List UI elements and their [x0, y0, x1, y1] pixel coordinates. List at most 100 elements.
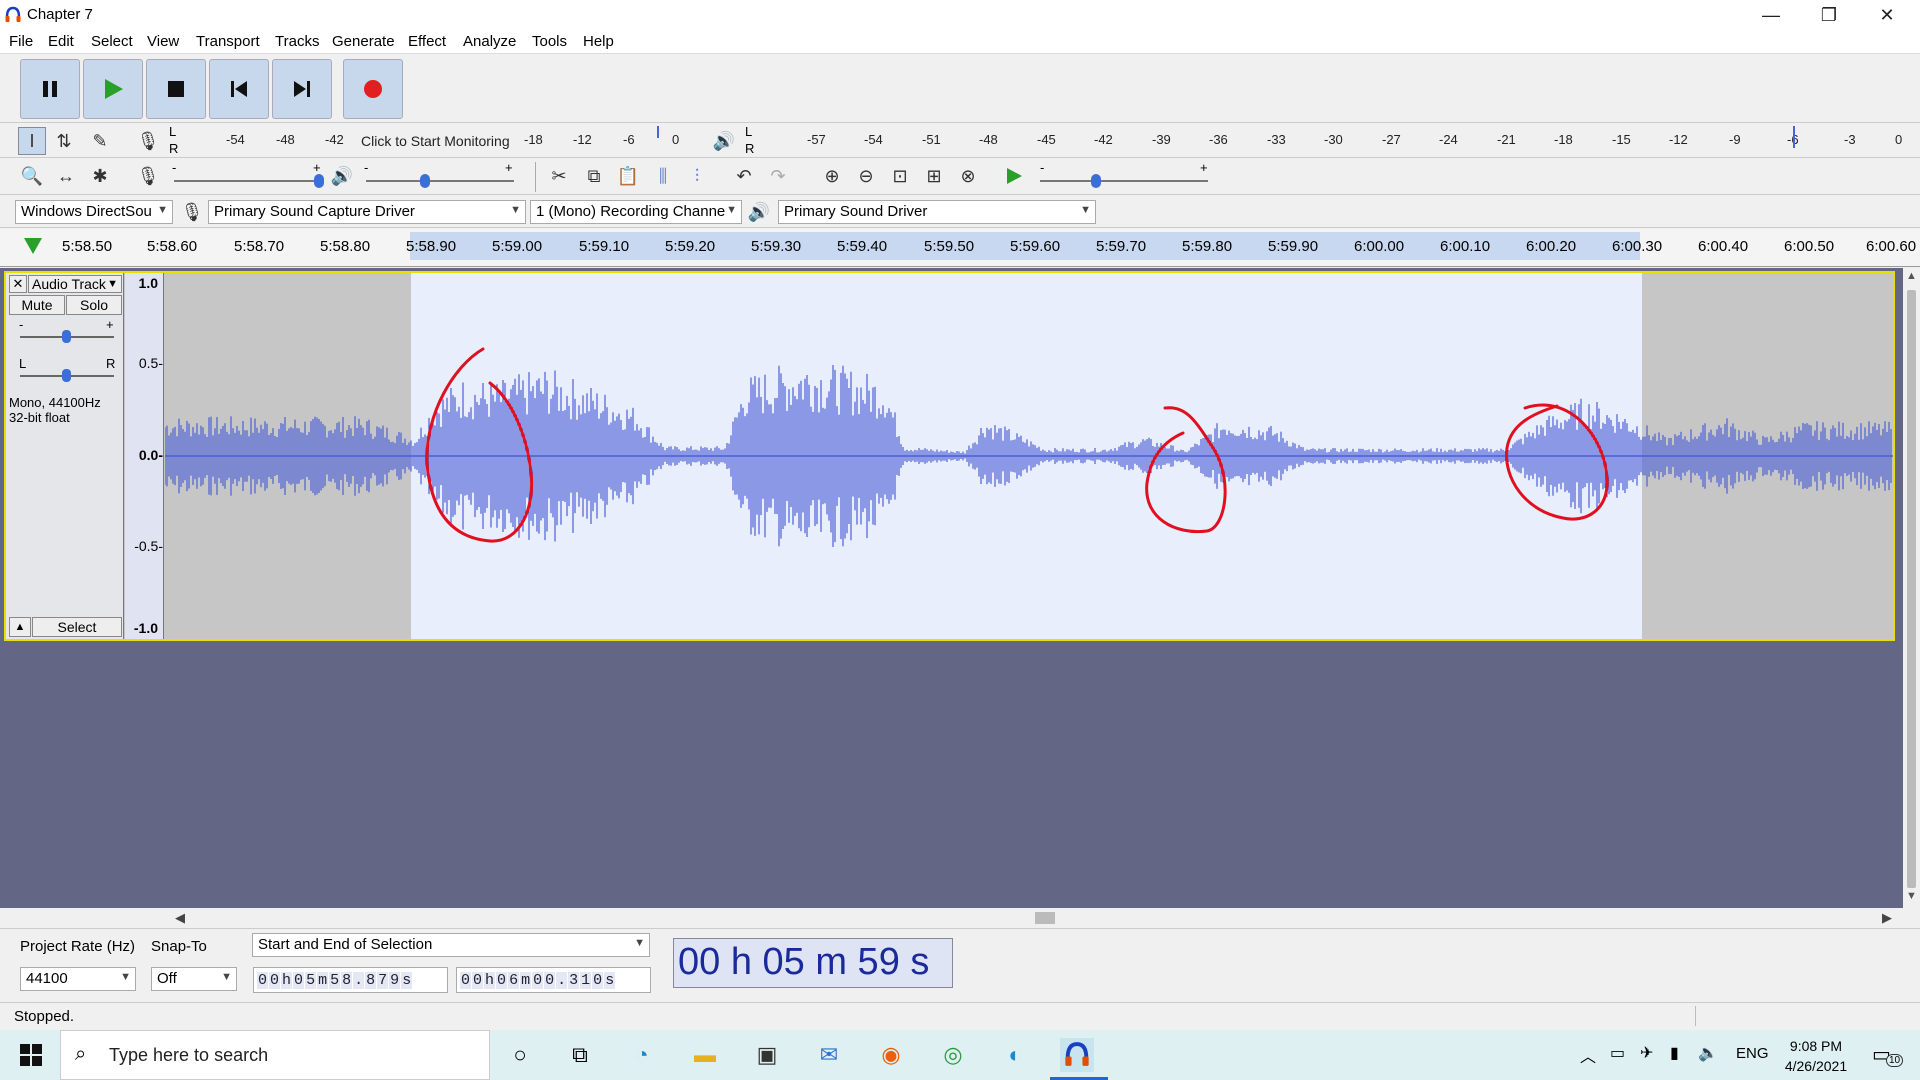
- minimize-button[interactable]: —: [1742, 0, 1800, 30]
- cortana-button[interactable]: ○: [503, 1038, 537, 1072]
- volume-icon[interactable]: 🔈: [1698, 1043, 1718, 1063]
- store-taskbar-icon[interactable]: ▣: [750, 1038, 784, 1072]
- track-close-button[interactable]: ✕: [9, 275, 27, 293]
- selection-tool-button[interactable]: I: [18, 127, 46, 155]
- draw-tool-button[interactable]: ✎: [86, 127, 114, 155]
- vertical-scrollbar[interactable]: ▲ ▼: [1903, 268, 1920, 908]
- menu-edit[interactable]: Edit: [48, 33, 74, 50]
- audacity-taskbar-icon[interactable]: [1060, 1038, 1094, 1072]
- recording-device-select[interactable]: Primary Sound Capture Driver ▼: [208, 200, 526, 224]
- fit-selection-button[interactable]: ⊡: [886, 162, 914, 190]
- start-button[interactable]: [14, 1038, 48, 1072]
- selection-start-time[interactable]: 00h05m58.879s: [253, 967, 448, 993]
- task-view-button[interactable]: ⧉: [563, 1038, 597, 1072]
- envelope-tool-button[interactable]: ⇅: [50, 127, 78, 155]
- redo-button[interactable]: ↷: [764, 162, 792, 190]
- show-hidden-icons[interactable]: ︿: [1580, 1043, 1596, 1067]
- playback-volume-slider[interactable]: [366, 180, 514, 182]
- zoom-in-icon: ⊕: [824, 165, 840, 186]
- close-button[interactable]: ✕: [1858, 0, 1916, 30]
- restore-button[interactable]: ❐: [1800, 0, 1858, 30]
- taskbar-clock[interactable]: 9:08 PM 4/26/2021: [1776, 1036, 1856, 1076]
- action-center-button[interactable]: ▭ 10: [1868, 1040, 1908, 1070]
- menu-analyze[interactable]: Analyze: [463, 33, 516, 50]
- scroll-right-icon[interactable]: ▶: [1882, 910, 1892, 926]
- silence-button[interactable]: ⫶: [683, 162, 711, 190]
- menu-view[interactable]: View: [147, 33, 179, 50]
- timeline-play-head-icon[interactable]: [22, 236, 44, 256]
- taskbar-search[interactable]: ⌕ Type here to search: [60, 1030, 490, 1080]
- firefox-taskbar-icon[interactable]: ◉: [874, 1038, 908, 1072]
- menu-generate[interactable]: Generate: [332, 33, 395, 50]
- collapse-track-button[interactable]: ▲: [9, 617, 31, 637]
- input-language[interactable]: ENG: [1736, 1045, 1769, 1062]
- horizontal-scroll-thumb[interactable]: [1035, 912, 1055, 924]
- scroll-down-icon[interactable]: ▼: [1906, 890, 1917, 902]
- scroll-up-icon[interactable]: ▲: [1906, 270, 1917, 282]
- edge-taskbar-icon[interactable]: ◔: [625, 1038, 659, 1072]
- play-speed-slider[interactable]: [1040, 180, 1208, 182]
- menu-transport[interactable]: Transport: [196, 33, 260, 50]
- record-button[interactable]: [343, 59, 403, 119]
- play-speed-thumb[interactable]: [1091, 174, 1101, 188]
- menu-select[interactable]: Select: [91, 33, 133, 50]
- project-rate-select[interactable]: 44100 ▼: [20, 967, 136, 991]
- app-taskbar-icon[interactable]: ◐: [998, 1038, 1032, 1072]
- mute-button[interactable]: Mute: [9, 295, 65, 315]
- paste-button[interactable]: 📋: [614, 162, 642, 190]
- copy-button[interactable]: ⧉: [580, 162, 608, 190]
- recording-channels-select[interactable]: 1 (Mono) Recording Channe ▼: [530, 200, 742, 224]
- recording-volume-slider[interactable]: [174, 180, 322, 182]
- zoom-toggle-button[interactable]: ⊗: [954, 162, 982, 190]
- file-explorer-taskbar-icon[interactable]: ▬: [688, 1038, 722, 1072]
- solo-button[interactable]: Solo: [66, 295, 122, 315]
- recording-volume-thumb[interactable]: [314, 174, 324, 188]
- monitor-prompt[interactable]: Click to Start Monitoring: [361, 133, 510, 149]
- airplane-mode-icon[interactable]: ✈: [1640, 1043, 1653, 1063]
- record-meter-button[interactable]: 🎙: [134, 127, 162, 155]
- selection-mode-select[interactable]: Start and End of Selection ▼: [252, 933, 650, 957]
- menu-tracks[interactable]: Tracks: [275, 33, 319, 50]
- selection-end-time[interactable]: 00h06m00.310s: [456, 967, 651, 993]
- playback-volume-thumb[interactable]: [420, 174, 430, 188]
- horizontal-scrollbar[interactable]: ◀ ▶: [0, 908, 1920, 928]
- pan-slider-thumb[interactable]: [62, 369, 71, 382]
- vertical-scroll-thumb[interactable]: [1907, 290, 1916, 888]
- audio-position-display[interactable]: 00 h 05 m 59 s: [673, 938, 953, 988]
- zoom-in-button[interactable]: ⊕: [818, 162, 846, 190]
- zoom-tool-button[interactable]: 🔍: [18, 162, 46, 190]
- multi-tool-button[interactable]: ✱: [86, 162, 114, 190]
- playback-meter[interactable]: -57 -54 -51 -48 -45 -42 -39 -36 -33 -30 …: [757, 124, 1907, 156]
- trim-button[interactable]: ⫼: [649, 162, 677, 190]
- select-track-button[interactable]: Select: [32, 617, 122, 637]
- search-icon: ⌕: [75, 1043, 87, 1065]
- time-shift-tool-button[interactable]: ↔: [52, 162, 80, 190]
- play-at-speed-button[interactable]: [1000, 162, 1028, 190]
- skip-to-start-button[interactable]: [209, 59, 269, 119]
- gain-slider-thumb[interactable]: [62, 330, 71, 343]
- stop-button[interactable]: [146, 59, 206, 119]
- skip-to-end-button[interactable]: [272, 59, 332, 119]
- playback-device-select[interactable]: Primary Sound Driver ▼: [778, 200, 1096, 224]
- snap-to-select[interactable]: Off ▼: [151, 967, 237, 991]
- battery-icon[interactable]: ▮: [1670, 1043, 1679, 1063]
- menu-tools[interactable]: Tools: [532, 33, 567, 50]
- play-button[interactable]: [83, 59, 143, 119]
- record-meter[interactable]: -54 -48 -42 Click to Start Monitoring -1…: [180, 124, 685, 156]
- menu-effect[interactable]: Effect: [408, 33, 446, 50]
- mail-taskbar-icon[interactable]: ✉: [812, 1038, 846, 1072]
- scroll-left-icon[interactable]: ◀: [175, 910, 185, 926]
- zoom-out-button[interactable]: ⊖: [852, 162, 880, 190]
- pause-button[interactable]: [20, 59, 80, 119]
- waveform-display[interactable]: [165, 273, 1893, 639]
- audio-host-select[interactable]: Windows DirectSou ▼: [15, 200, 173, 224]
- track-name-menu[interactable]: Audio Track ▼: [28, 275, 122, 293]
- play-meter-button[interactable]: 🔊: [710, 127, 738, 155]
- menu-help[interactable]: Help: [583, 33, 614, 50]
- chrome-taskbar-icon[interactable]: ◎: [936, 1038, 970, 1072]
- undo-button[interactable]: ↶: [730, 162, 758, 190]
- cut-button[interactable]: ✂: [545, 162, 573, 190]
- fit-project-button[interactable]: ⊞: [920, 162, 948, 190]
- meet-now-icon[interactable]: ▭: [1610, 1043, 1625, 1063]
- menu-file[interactable]: File: [9, 33, 33, 50]
